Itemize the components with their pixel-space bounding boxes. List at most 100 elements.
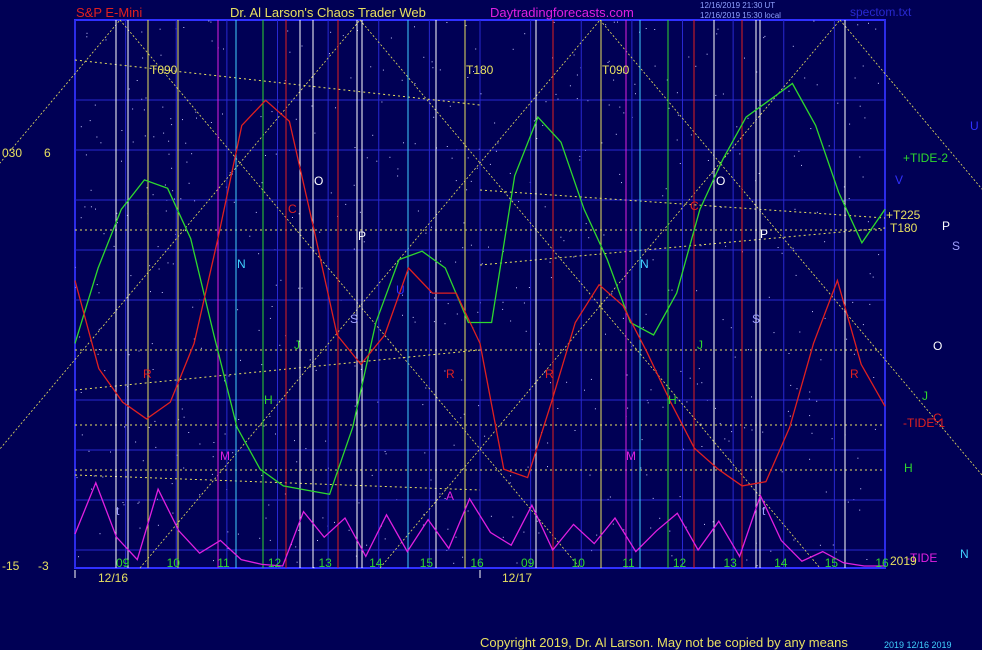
- star-dot: [382, 69, 384, 71]
- star-dot: [229, 172, 231, 174]
- site-link[interactable]: Daytradingforecasts.com: [490, 5, 634, 20]
- top-label: T090: [150, 63, 178, 77]
- star-dot: [128, 354, 130, 356]
- chart-title: Dr. Al Larson's Chaos Trader Web: [230, 5, 426, 20]
- star-dot: [579, 155, 581, 157]
- star-dot: [123, 504, 125, 506]
- star-dot: [172, 190, 174, 192]
- star-dot: [261, 182, 263, 184]
- star-dot: [756, 565, 758, 567]
- star-dot: [652, 497, 654, 499]
- star-dot: [813, 20, 815, 22]
- star-dot: [730, 327, 732, 329]
- star-dot: [200, 347, 202, 349]
- star-dot: [102, 476, 104, 478]
- star-dot: [268, 504, 270, 506]
- star-dot: [384, 451, 386, 452]
- star-dot: [86, 32, 88, 34]
- star-dot: [397, 168, 399, 170]
- star-dot: [163, 132, 165, 134]
- star-dot: [536, 520, 538, 522]
- star-dot: [370, 66, 372, 68]
- star-dot: [431, 61, 433, 63]
- star-dot: [385, 453, 387, 455]
- star-dot: [665, 188, 667, 190]
- star-dot: [447, 303, 449, 305]
- star-dot: [446, 146, 448, 147]
- star-dot: [744, 57, 745, 59]
- star-dot: [258, 253, 260, 255]
- star-dot: [314, 132, 316, 134]
- star-dot: [89, 120, 91, 122]
- star-dot: [449, 105, 451, 107]
- star-dot: [654, 29, 656, 30]
- star-dot: [431, 226, 432, 228]
- star-dot: [717, 28, 719, 30]
- star-dot: [857, 24, 859, 26]
- star-dot: [853, 353, 855, 355]
- star-dot: [569, 230, 571, 232]
- star-dot: [186, 161, 188, 163]
- star-dot: [132, 141, 134, 143]
- star-dot: [465, 25, 467, 27]
- star-dot: [433, 321, 435, 323]
- star-dot: [846, 338, 848, 340]
- star-dot: [313, 567, 315, 569]
- star-dot: [810, 128, 812, 130]
- star-dot: [271, 111, 273, 113]
- y-label-top: 6: [44, 146, 51, 160]
- star-dot: [287, 30, 289, 32]
- star-dot: [516, 287, 517, 289]
- x-tick-label: 12: [673, 556, 687, 570]
- star-dot: [832, 544, 834, 546]
- star-dot: [547, 442, 549, 444]
- star-dot: [210, 21, 212, 23]
- star-dot: [525, 330, 527, 332]
- star-dot: [371, 474, 373, 476]
- star-dot: [793, 155, 795, 157]
- star-dot: [859, 509, 861, 511]
- star-dot: [462, 556, 464, 558]
- star-dot: [627, 407, 629, 409]
- star-dot: [330, 192, 332, 194]
- vline-letter: J: [697, 338, 703, 352]
- star-dot: [764, 35, 766, 37]
- star-dot: [98, 292, 100, 294]
- star-dot: [152, 194, 154, 196]
- x-tick-label: 10: [572, 556, 586, 570]
- file-label: spectom.txt: [850, 5, 912, 19]
- star-dot: [563, 240, 565, 242]
- star-dot: [557, 98, 559, 100]
- star-dot: [414, 26, 415, 28]
- star-dot: [549, 261, 551, 263]
- star-dot: [384, 538, 386, 540]
- star-dot: [227, 531, 229, 533]
- star-dot: [155, 446, 157, 448]
- star-dot: [544, 206, 546, 208]
- star-dot: [608, 104, 610, 106]
- y-label-bottom: -3: [38, 559, 49, 573]
- star-dot: [90, 189, 92, 191]
- star-dot: [85, 154, 87, 156]
- star-dot: [301, 45, 303, 47]
- star-dot: [296, 461, 298, 463]
- star-dot: [509, 172, 511, 174]
- star-dot: [96, 284, 98, 286]
- vline-letter: P: [358, 229, 366, 243]
- star-dot: [584, 389, 585, 391]
- star-dot: [579, 159, 581, 161]
- vline-letter: S: [752, 312, 760, 326]
- star-dot: [84, 206, 86, 208]
- star-dot: [172, 512, 174, 514]
- star-dot: [739, 153, 741, 155]
- right-label-n: N: [960, 547, 969, 561]
- date-label: 12/17: [502, 571, 532, 585]
- star-dot: [237, 533, 239, 535]
- star-dot: [390, 37, 392, 39]
- star-dot: [311, 105, 313, 107]
- y-label-bottom: -15: [2, 559, 20, 573]
- star-dot: [848, 198, 850, 200]
- star-dot: [79, 336, 81, 338]
- star-dot: [831, 438, 833, 440]
- star-dot: [495, 150, 497, 152]
